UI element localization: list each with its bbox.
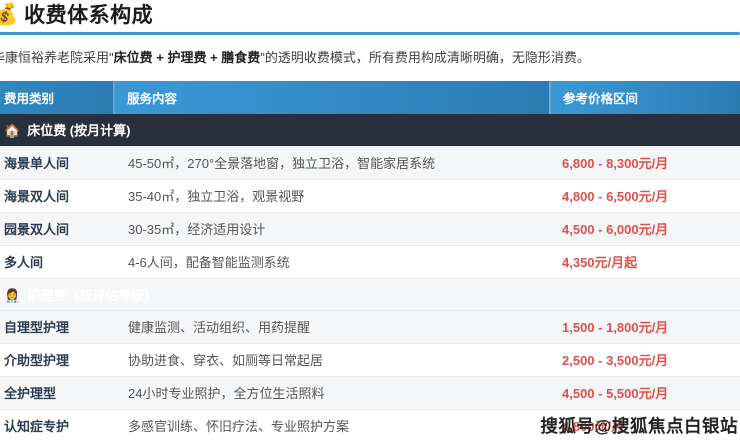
section-title-bar: 💰 收费体系构成 bbox=[0, 0, 740, 27]
intro-text-bold: 床位费 + 护理费 + 膳食费 bbox=[114, 50, 261, 65]
fee-structure-page: 💰 收费体系构成 华康恒裕养老院采用"床位费 + 护理费 + 膳食费"的透明收费… bbox=[0, 0, 740, 440]
cell-price: 4,500 - 6,000元/月 bbox=[550, 212, 740, 245]
cell-service: 24小时专业照护，全方位生活照料 bbox=[114, 376, 550, 409]
fee-table: 费用类别 服务内容 参考价格区间 🏠 床位费 (按月计算) 海景单人间45-50㎡，… bbox=[0, 81, 740, 440]
cell-service: 协助进食、穿衣、如厕等日常起居 bbox=[114, 343, 550, 376]
sohu-watermark: 搜狐号@搜狐焦点白银站 bbox=[540, 413, 738, 438]
fee-table-body: 🏠 床位费 (按月计算) 海景单人间45-50㎡，270°全景落地窗，独立卫浴，智能… bbox=[0, 114, 740, 440]
section-title: 护理费（按评估等级） bbox=[27, 288, 157, 303]
table-row: 全护理型24小时专业照护，全方位生活照料4,500 - 5,500元/月 bbox=[0, 376, 740, 409]
cell-category: 海景双人间 bbox=[0, 179, 114, 212]
nurse-icon: 👩‍⚕️ bbox=[4, 288, 20, 303]
title-divider bbox=[0, 32, 740, 35]
section-header-cell: 👩‍⚕️ 护理费（按评估等级） bbox=[0, 278, 740, 310]
cell-service: 健康监测、活动组织、用药提醒 bbox=[114, 310, 550, 343]
section-header-cell: 🏠 床位费 (按月计算) bbox=[0, 114, 740, 146]
cell-price: 4,800 - 6,500元/月 bbox=[550, 179, 740, 212]
table-row: 介助型护理协助进食、穿衣、如厕等日常起居2,500 - 3,500元/月 bbox=[0, 343, 740, 376]
cell-service: 30-35㎡，经济适用设计 bbox=[114, 212, 550, 245]
header-fee-category: 费用类别 bbox=[0, 81, 114, 114]
money-bag-icon: 💰 bbox=[0, 1, 18, 28]
cell-category: 海景单人间 bbox=[0, 146, 114, 179]
table-row: 园景双人间30-35㎡，经济适用设计4,500 - 6,000元/月 bbox=[0, 212, 740, 245]
cell-price: 4,350元/月起 bbox=[550, 245, 740, 278]
section-header-row: 👩‍⚕️ 护理费（按评估等级） bbox=[0, 278, 740, 310]
cell-category: 认知症专护 bbox=[0, 409, 114, 440]
header-service-content: 服务内容 bbox=[114, 81, 550, 114]
cell-service: 4-6人间，配备智能监测系统 bbox=[114, 245, 550, 278]
house-icon: 🏠 bbox=[4, 123, 20, 138]
section-header-row: 🏠 床位费 (按月计算) bbox=[0, 114, 740, 146]
page-title: 收费体系构成 bbox=[24, 0, 153, 29]
cell-service: 35-40㎡，独立卫浴，观景视野 bbox=[114, 179, 550, 212]
intro-text-suffix: "的透明收费模式，所有费用构成清晰明确，无隐形消费。 bbox=[260, 50, 590, 65]
intro-paragraph: 华康恒裕养老院采用"床位费 + 护理费 + 膳食费"的透明收费模式，所有费用构成… bbox=[0, 49, 740, 66]
cell-category: 多人间 bbox=[0, 245, 114, 278]
cell-service: 多感官训练、怀旧疗法、专业照护方案 bbox=[114, 409, 550, 440]
cell-category: 介助型护理 bbox=[0, 343, 114, 376]
cell-category: 园景双人间 bbox=[0, 212, 114, 245]
table-row: 海景单人间45-50㎡，270°全景落地窗，独立卫浴，智能家居系统6,800 -… bbox=[0, 146, 740, 179]
cell-price: 1,500 - 1,800元/月 bbox=[550, 310, 740, 343]
cell-price: 4,500 - 5,500元/月 bbox=[550, 376, 740, 409]
intro-text-prefix: 华康恒裕养老院采用" bbox=[0, 50, 114, 65]
section-title: 床位费 (按月计算) bbox=[27, 123, 130, 138]
cell-category: 全护理型 bbox=[0, 376, 114, 409]
table-row: 自理型护理健康监测、活动组织、用药提醒1,500 - 1,800元/月 bbox=[0, 310, 740, 343]
cell-service: 45-50㎡，270°全景落地窗，独立卫浴，智能家居系统 bbox=[114, 146, 550, 179]
cell-price: 2,500 - 3,500元/月 bbox=[550, 343, 740, 376]
fee-table-header-row: 费用类别 服务内容 参考价格区间 bbox=[0, 81, 740, 114]
cell-category: 自理型护理 bbox=[0, 310, 114, 343]
cell-price: 6,800 - 8,300元/月 bbox=[550, 146, 740, 179]
header-price-range: 参考价格区间 bbox=[550, 81, 740, 114]
table-row: 海景双人间35-40㎡，独立卫浴，观景视野4,800 - 6,500元/月 bbox=[0, 179, 740, 212]
table-row: 多人间4-6人间，配备智能监测系统4,350元/月起 bbox=[0, 245, 740, 278]
